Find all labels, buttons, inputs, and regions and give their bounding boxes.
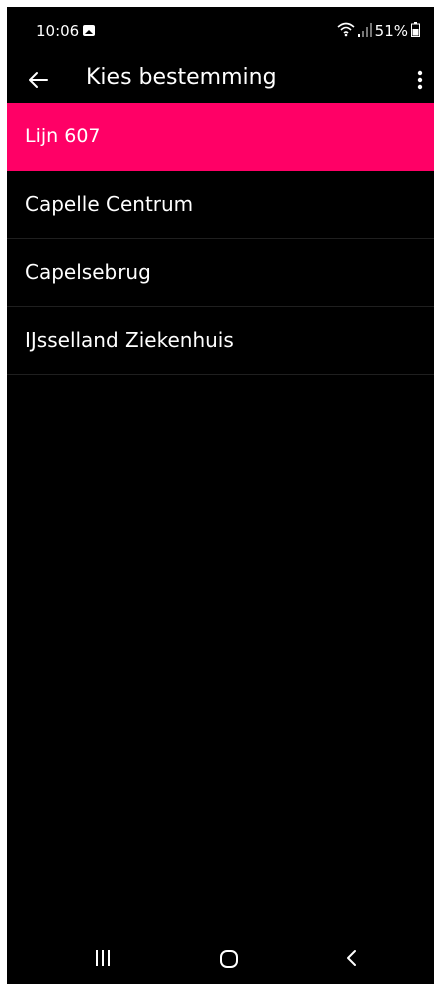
app-bar: Kies bestemming	[7, 55, 434, 103]
line-header-label: Lijn 607	[25, 125, 101, 147]
screen: 10:06 51% Kies bestemming Lijn 607 Capel…	[7, 7, 434, 984]
destination-list: Capelle Centrum Capelsebrug IJsselland Z…	[7, 171, 434, 375]
signal-icon	[357, 22, 372, 41]
destination-label: Capelsebrug	[25, 260, 151, 284]
destination-label: IJsselland Ziekenhuis	[25, 328, 234, 352]
destination-label: Capelle Centrum	[25, 192, 194, 216]
back-icon[interactable]	[344, 948, 360, 972]
destination-item[interactable]: IJsselland Ziekenhuis	[7, 307, 434, 375]
back-arrow-icon[interactable]	[25, 67, 51, 93]
recents-icon[interactable]	[93, 949, 113, 971]
more-vert-icon[interactable]	[408, 67, 432, 93]
status-bar: 10:06 51%	[7, 7, 434, 57]
system-nav-bar	[7, 934, 434, 984]
gallery-icon	[83, 25, 95, 36]
destination-item[interactable]: Capelsebrug	[7, 239, 434, 307]
home-icon[interactable]	[219, 949, 239, 973]
status-indicators: 51%	[337, 21, 420, 41]
status-time: 10:06	[36, 22, 80, 40]
battery-icon	[411, 21, 420, 41]
page-title: Kies bestemming	[86, 65, 277, 90]
battery-percentage: 51%	[374, 22, 408, 40]
line-header: Lijn 607	[7, 103, 434, 171]
destination-item[interactable]: Capelle Centrum	[7, 171, 434, 239]
wifi-icon	[337, 21, 355, 41]
